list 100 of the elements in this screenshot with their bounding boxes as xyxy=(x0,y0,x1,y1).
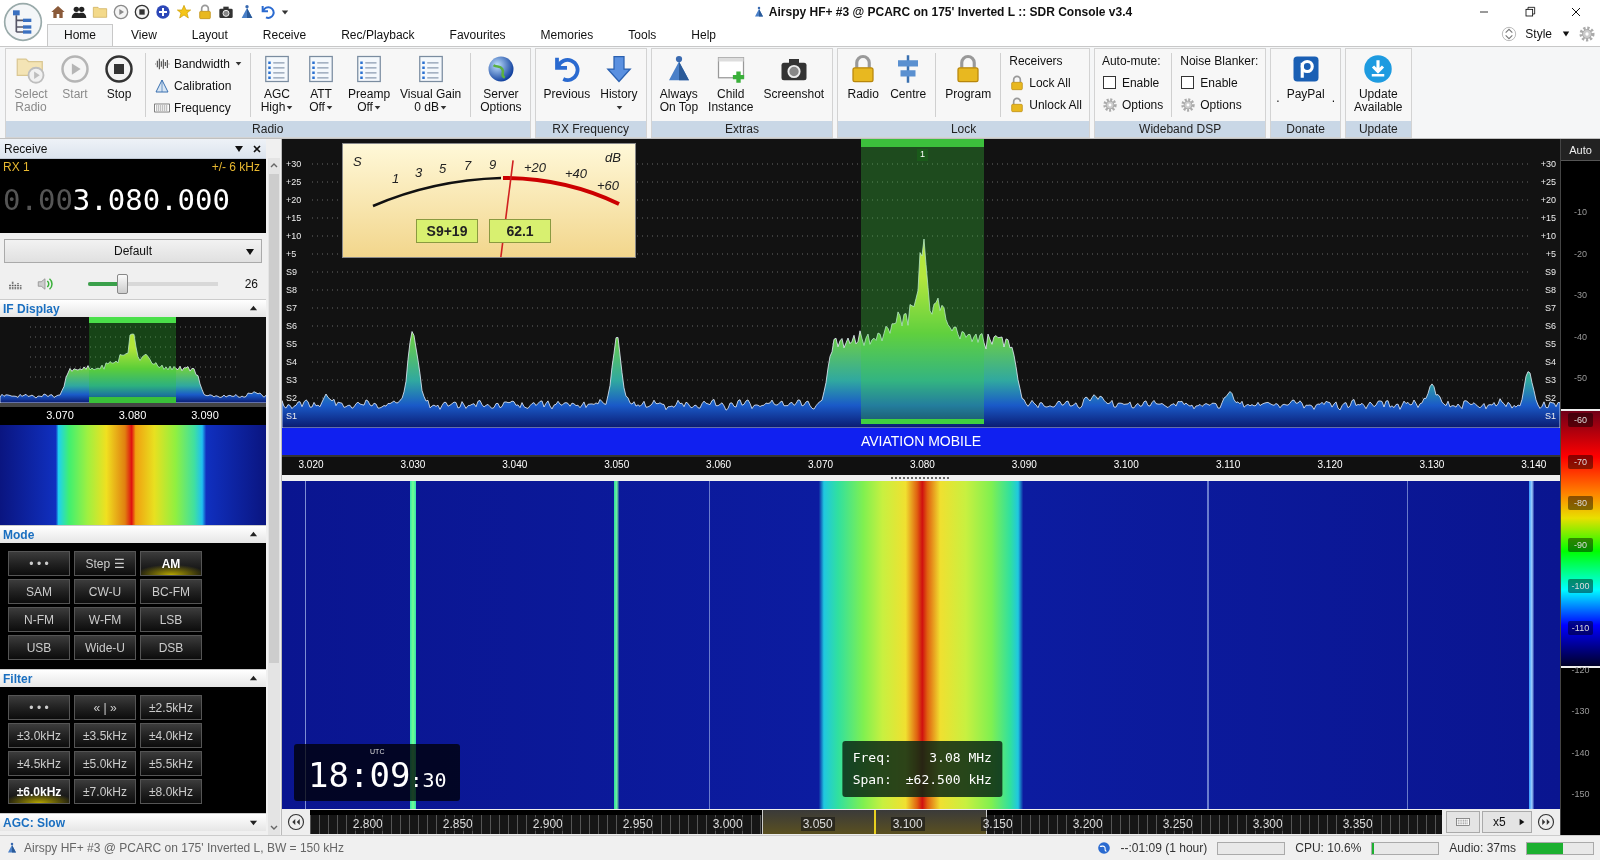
mode-button[interactable]: ±6.0kHz xyxy=(8,779,70,804)
ribbon-tab[interactable]: Help xyxy=(674,24,733,46)
up-down-icon[interactable] xyxy=(1501,26,1518,42)
ribbon-button[interactable]: Update Available xyxy=(1351,51,1406,114)
down-arrow-icon xyxy=(603,54,634,84)
home-icon[interactable] xyxy=(50,3,66,20)
enable-checkbox[interactable]: Enable xyxy=(1178,72,1241,93)
mode-button[interactable]: ±5.5kHz xyxy=(140,751,202,776)
keyboard-button[interactable] xyxy=(1446,811,1480,833)
play-icon[interactable] xyxy=(113,3,129,20)
ribbon-button[interactable]: Stop xyxy=(99,51,139,101)
zoom-dropdown[interactable]: x5 xyxy=(1482,811,1532,833)
ribbon-button[interactable]: Options xyxy=(1099,94,1166,115)
mode-button[interactable]: ±2.5kHz xyxy=(140,695,202,720)
ribbon-tab[interactable]: Layout xyxy=(174,24,245,46)
slider-thumb[interactable] xyxy=(116,274,128,294)
ribbon-tab[interactable]: Rec/Playback xyxy=(324,24,432,46)
collapse-icon[interactable] xyxy=(249,674,258,683)
ribbon-button[interactable]: Calibration xyxy=(152,75,234,96)
group-label: Update xyxy=(1346,121,1411,137)
stop-icon[interactable] xyxy=(134,3,150,20)
ribbon-button[interactable]: Program xyxy=(942,51,995,101)
ribbon-tab[interactable]: Receive xyxy=(245,24,324,46)
ribbon-button[interactable]: Previous xyxy=(540,51,594,101)
ribbon-tab[interactable]: Home xyxy=(47,24,113,46)
mode-button[interactable]: ±8.0kHz xyxy=(140,779,202,804)
caret-icon xyxy=(373,104,381,112)
ribbon-button[interactable]: Screenshot xyxy=(760,51,828,101)
dropdown-icon[interactable] xyxy=(234,143,244,154)
mode-button[interactable]: « | » xyxy=(74,695,136,720)
ribbon-tab[interactable]: Favourites xyxy=(432,24,523,46)
ribbon-button[interactable]: Preamp Off xyxy=(345,51,394,114)
caret-icon[interactable] xyxy=(281,7,289,16)
close-icon[interactable] xyxy=(252,143,262,154)
mode-button[interactable]: ±4.0kHz xyxy=(140,723,202,748)
section-header[interactable]: Mode xyxy=(0,525,266,543)
ribbon-button[interactable]: Unlock All xyxy=(1007,94,1084,115)
padlock-icon[interactable] xyxy=(197,3,213,20)
ribbon-button[interactable]: Visual Gain 0 dB xyxy=(397,51,465,114)
mode-button[interactable]: AM xyxy=(140,551,202,576)
mode-button[interactable]: ±7.0kHz xyxy=(74,779,136,804)
ribbon-button[interactable]: PayPal xyxy=(1283,51,1328,101)
frequency-tick-label: 3.030 xyxy=(400,459,426,470)
mode-button[interactable]: N-FM xyxy=(8,607,70,632)
pyramid-icon[interactable] xyxy=(239,3,255,20)
ribbon-button[interactable]: Server Options xyxy=(477,51,525,114)
mode-button[interactable]: ±3.5kHz xyxy=(74,723,136,748)
ribbon-button[interactable]: Bandwidth xyxy=(152,53,245,74)
undo-arrow-icon[interactable] xyxy=(260,3,276,20)
frequency-readout: 0.003.080.000 xyxy=(3,182,231,217)
ribbon-button[interactable]: Frequency xyxy=(152,97,233,118)
ribbon-button[interactable]: Lock All xyxy=(1007,72,1073,93)
mode-button[interactable]: Wide-U xyxy=(74,635,136,660)
receiver-marker[interactable]: 1 xyxy=(916,149,928,161)
auto-button[interactable]: Auto xyxy=(1561,139,1600,161)
expand-icon[interactable] xyxy=(249,818,258,827)
mode-button[interactable]: • • • xyxy=(8,695,70,720)
star-icon[interactable] xyxy=(176,3,192,20)
ribbon-tab[interactable]: Memories xyxy=(523,24,611,46)
frequency-scale[interactable]: 2.800 2.850 2.900 2.950 3.000 3.050 3.100 3.150 3.200 3.250 3.300 3.350 xyxy=(310,810,1442,834)
padlock-icon xyxy=(1009,74,1026,91)
mode-button[interactable]: DSB xyxy=(140,635,202,660)
frequency-tick-label: 3.300 xyxy=(1250,817,1285,831)
mode-button[interactable]: LSB xyxy=(140,607,202,632)
collapse-icon[interactable] xyxy=(249,530,258,539)
enable-checkbox[interactable]: Enable xyxy=(1099,72,1163,93)
section-header[interactable]: IF Display xyxy=(0,299,266,317)
ribbon-tab[interactable]: Tools xyxy=(611,24,674,46)
plus-icon[interactable] xyxy=(155,3,171,20)
mode-button[interactable]: ±3.0kHz xyxy=(8,723,70,748)
section-header[interactable]: Filter xyxy=(0,669,266,687)
mode-button[interactable]: CW-U xyxy=(74,579,136,604)
ribbon-button[interactable]: Always On Top xyxy=(656,51,702,114)
frequency-tick-label: 3.120 xyxy=(1317,459,1343,470)
volume-value: 26 xyxy=(244,277,258,291)
ribbon-button[interactable]: Child Instance xyxy=(705,51,757,114)
ribbon-button[interactable]: Centre xyxy=(887,51,930,101)
ribbon-button[interactable]: ATT Off xyxy=(301,51,342,114)
ribbon-button[interactable]: Radio xyxy=(843,51,884,101)
splitter-handle[interactable] xyxy=(891,477,951,479)
mode-button[interactable]: • • • xyxy=(8,551,70,576)
mode-button[interactable]: ±5.0kHz xyxy=(74,751,136,776)
ribbon-tab[interactable]: View xyxy=(114,24,174,46)
fast-forward-icon[interactable] xyxy=(1537,813,1555,831)
mode-button[interactable]: W-FM xyxy=(74,607,136,632)
rewind-icon[interactable] xyxy=(287,813,305,831)
mode-button[interactable]: SAM xyxy=(8,579,70,604)
preset-dropdown[interactable]: Default xyxy=(4,239,262,263)
ribbon-button[interactable]: Options xyxy=(1178,94,1244,115)
style-menu[interactable]: Style xyxy=(1523,27,1572,41)
info-label: Freq: xyxy=(852,749,892,767)
mode-button[interactable]: ±4.5kHz xyxy=(8,751,70,776)
mode-button[interactable]: USB xyxy=(8,635,70,660)
ribbon-button[interactable]: AGC High xyxy=(257,51,298,114)
mode-button[interactable]: BC-FM xyxy=(140,579,202,604)
section-header[interactable]: AGC: Slow xyxy=(0,813,266,831)
collapse-icon[interactable] xyxy=(249,304,258,313)
scrollbar[interactable] xyxy=(268,158,280,835)
ribbon-button[interactable]: History xyxy=(597,51,641,114)
mode-button[interactable]: Step ☰ xyxy=(74,551,136,576)
